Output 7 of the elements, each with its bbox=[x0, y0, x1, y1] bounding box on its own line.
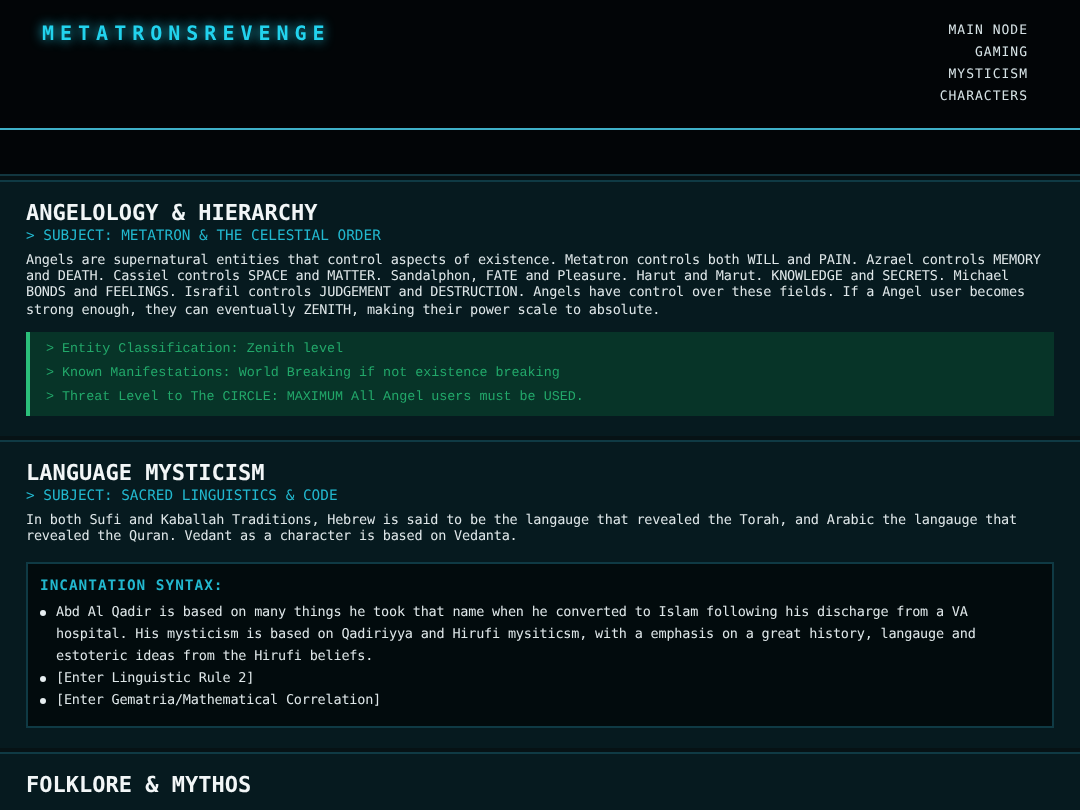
section-title: FOLKLORE & MYTHOS bbox=[26, 772, 254, 799]
bullet-icon bbox=[40, 610, 46, 617]
bullet-icon bbox=[40, 676, 46, 683]
bullet-icon bbox=[40, 698, 46, 705]
site-title[interactable]: METATRONSREVENGE bbox=[42, 20, 331, 50]
section-title: LANGUAGE MYSTICISM bbox=[26, 459, 267, 486]
section-title: ANGELOLOGY & HIERARCHY bbox=[26, 200, 320, 226]
